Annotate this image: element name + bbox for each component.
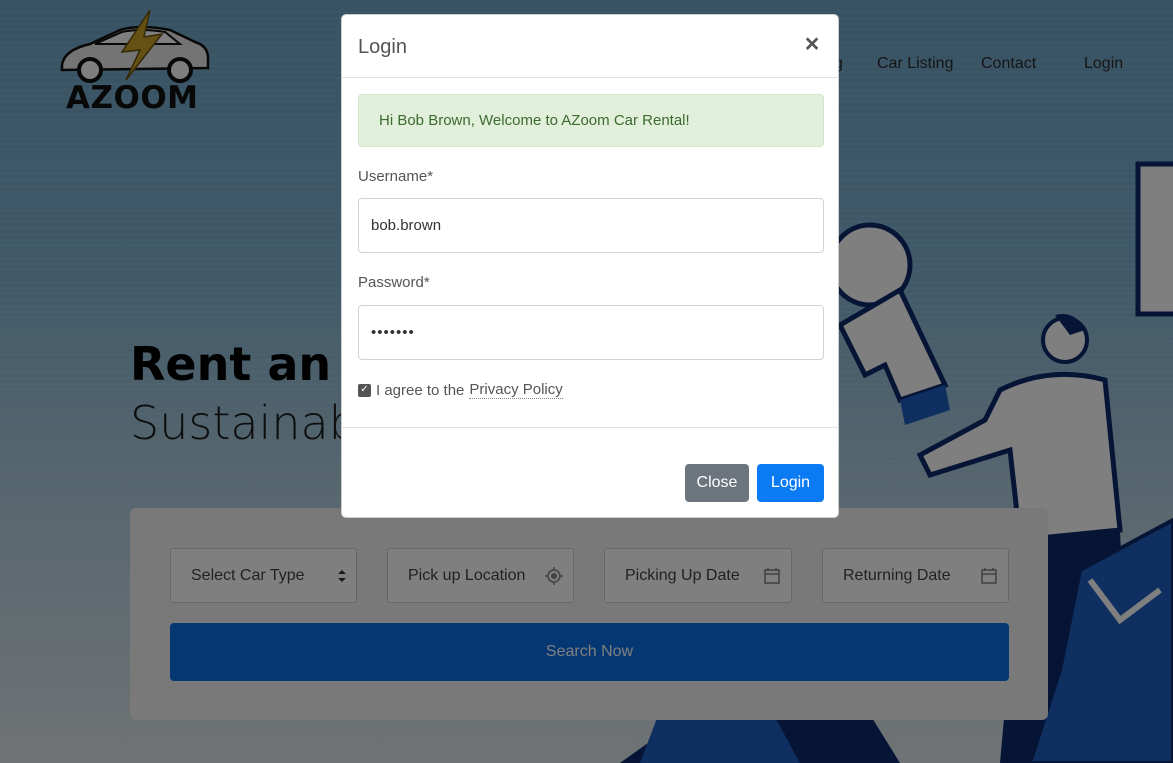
privacy-agreement: ✓ I agree to the Privacy Policy (358, 381, 563, 399)
welcome-alert: Hi Bob Brown, Welcome to AZoom Car Renta… (358, 94, 824, 147)
login-modal: Login × Hi Bob Brown, Welcome to AZoom C… (341, 14, 839, 518)
login-button[interactable]: Login (757, 464, 824, 502)
close-icon[interactable]: × (802, 32, 822, 57)
privacy-policy-link[interactable]: Privacy Policy (469, 381, 563, 399)
username-input[interactable]: bob.brown (358, 198, 824, 253)
username-label: Username* (358, 168, 434, 185)
password-input[interactable]: ••••••• (358, 305, 824, 360)
agree-text: I agree to the (376, 381, 465, 399)
password-label: Password* (358, 274, 430, 291)
close-button[interactable]: Close (685, 464, 749, 502)
modal-title: Login (358, 36, 407, 58)
modal-header: Login × (342, 15, 838, 78)
agree-checkbox[interactable]: ✓ (358, 383, 371, 397)
modal-divider (342, 427, 838, 428)
